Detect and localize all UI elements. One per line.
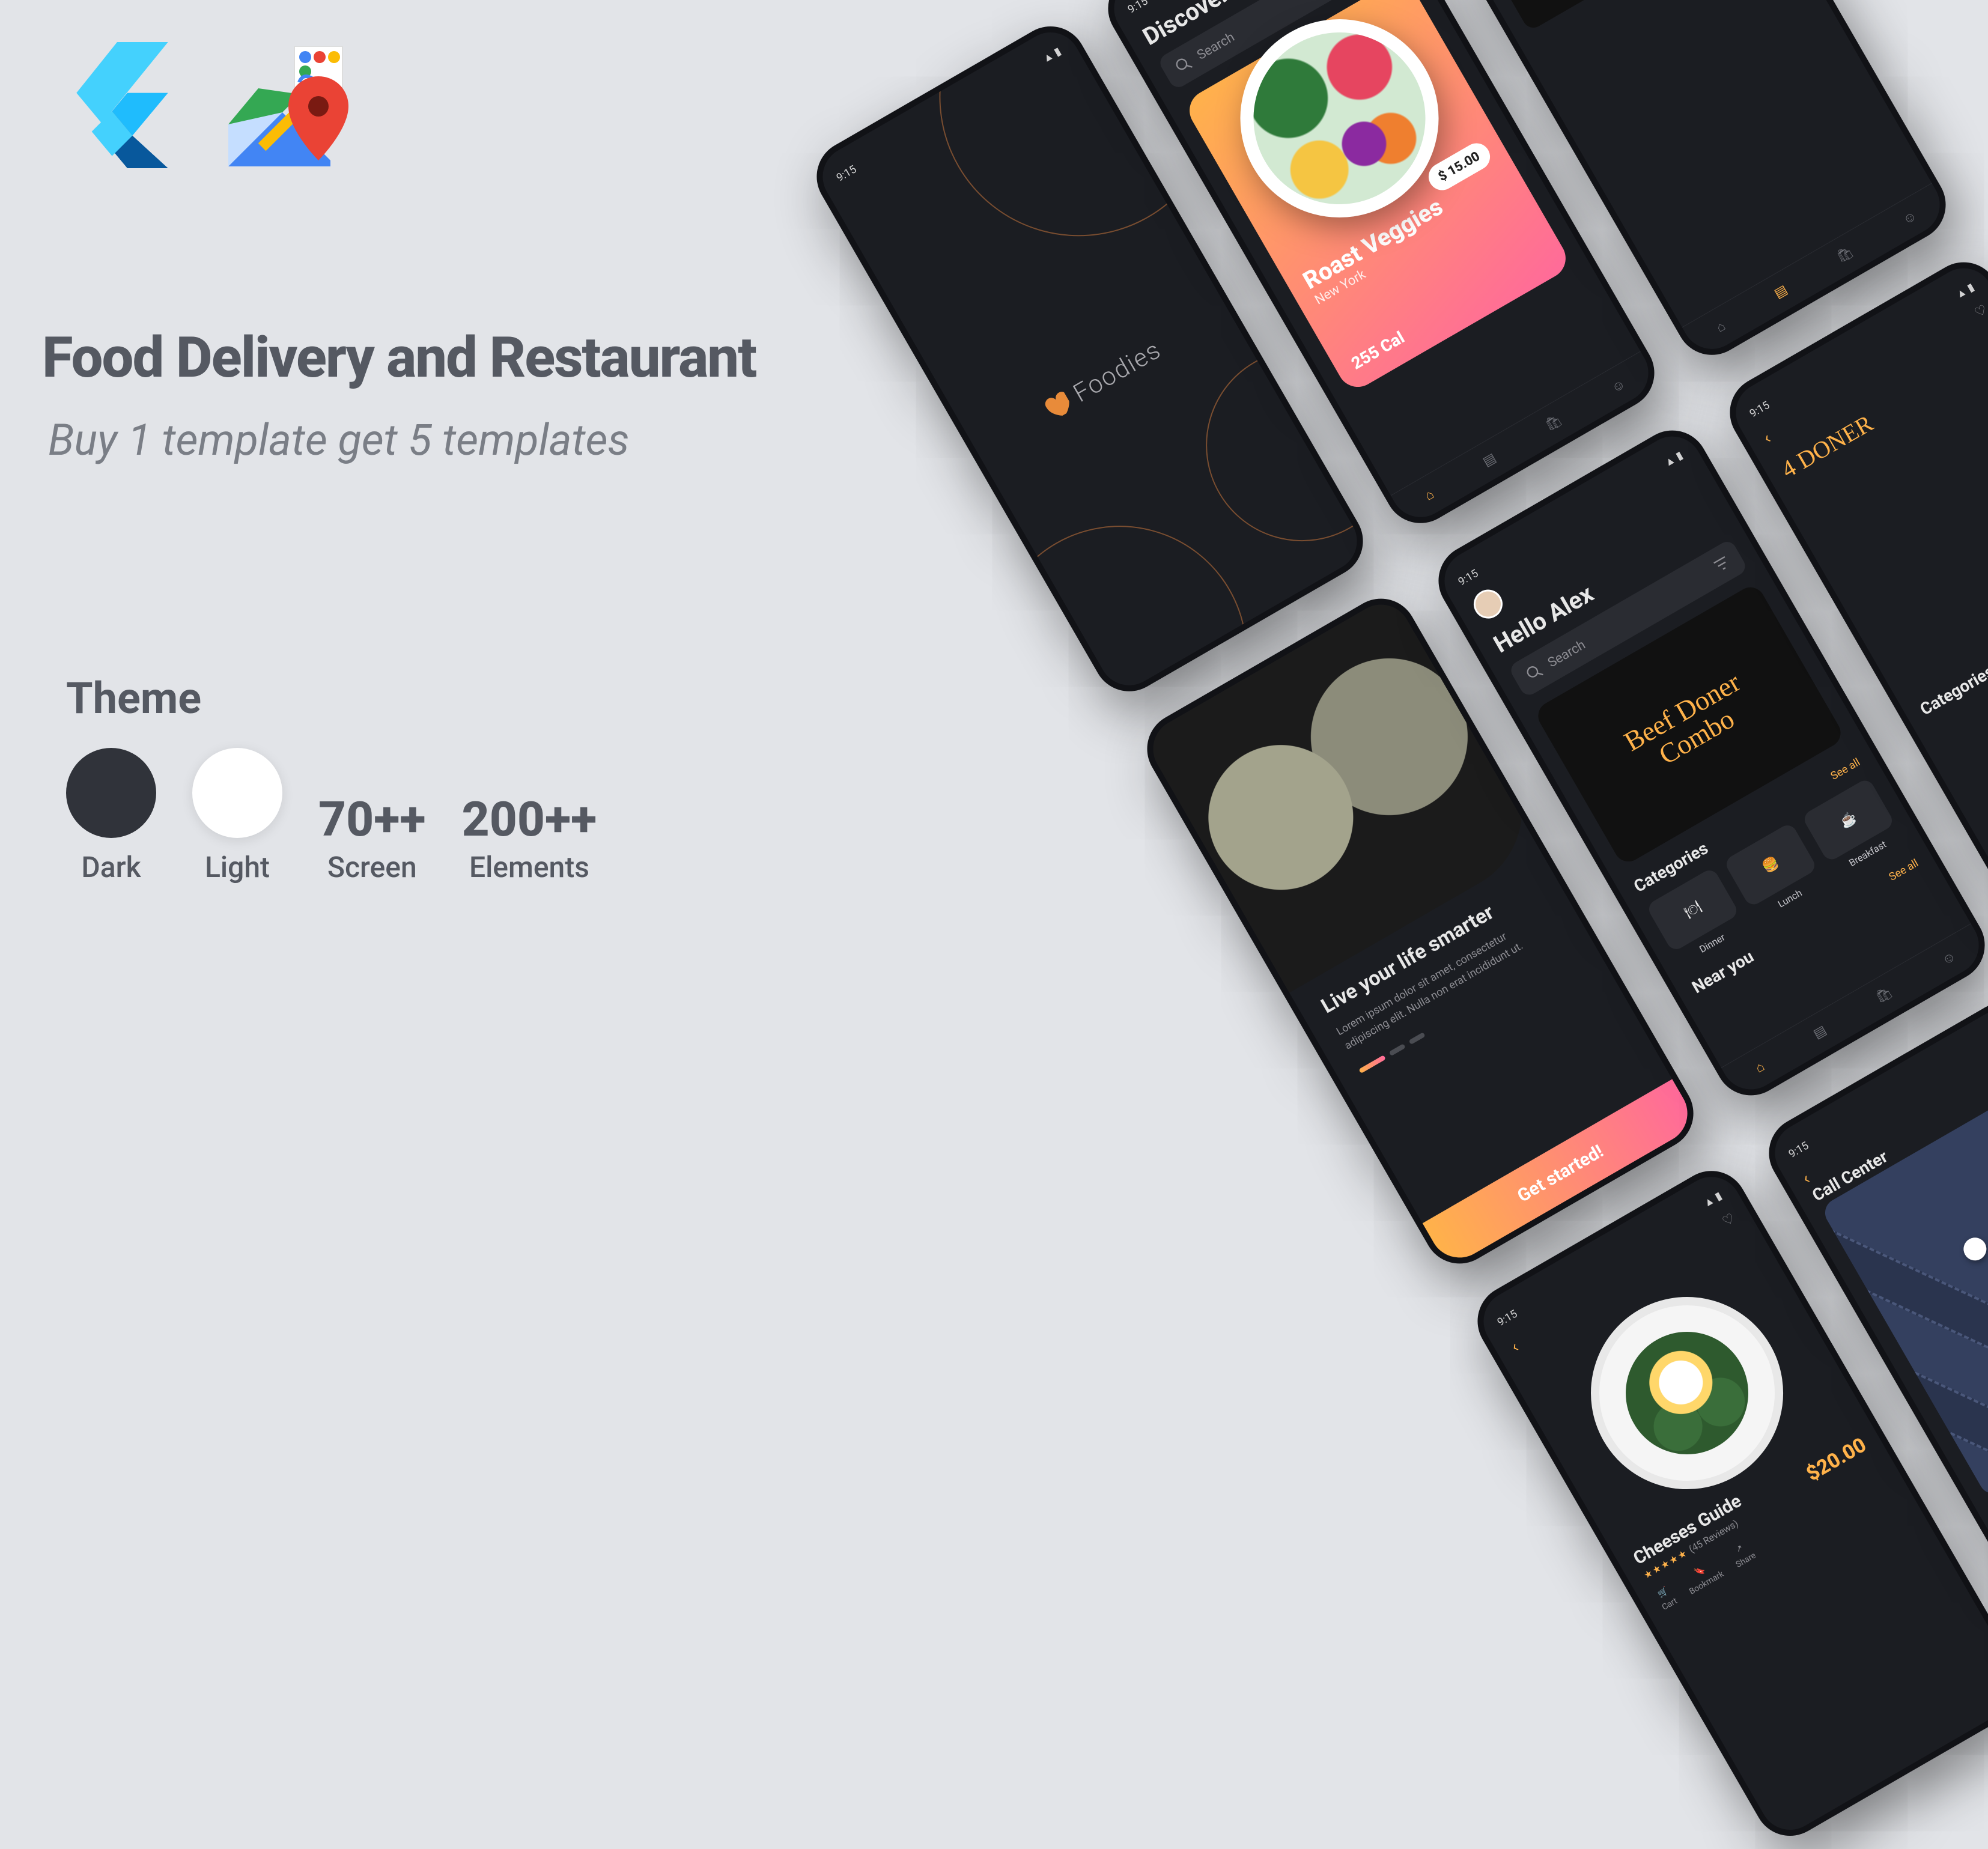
- nav-profile-icon[interactable]: ☺: [1609, 376, 1628, 396]
- status-time: 9:15: [1126, 0, 1151, 16]
- status-time: 9:15: [834, 163, 859, 184]
- cart-icon: 🛒: [1656, 1586, 1670, 1600]
- theme-title: Theme: [66, 673, 597, 724]
- nav-home-icon[interactable]: ⌂: [1713, 318, 1728, 336]
- action-bookmark[interactable]: 🔖Bookmark: [1681, 1558, 1725, 1597]
- search-icon: [1172, 53, 1195, 76]
- flutter-logo: [66, 42, 168, 171]
- status-icons: ▲ ▮: [1662, 449, 1685, 469]
- heart-icon[interactable]: ♡: [1972, 302, 1988, 333]
- status-time: 9:15: [1495, 1308, 1520, 1329]
- search-placeholder: Search: [1545, 637, 1588, 670]
- filter-icon[interactable]: [1710, 553, 1733, 575]
- brand-heart-icon: [1039, 388, 1075, 424]
- action-label: Cart: [1661, 1596, 1679, 1612]
- phone-mockup-grid: 9:15▲ ▮ Foodies 9:15▲ ▮ Discover Search …: [804, 0, 1988, 1849]
- back-icon[interactable]: ‹: [1507, 1337, 1522, 1356]
- nav-orders-icon[interactable]: ▤: [1772, 282, 1790, 302]
- subheadline: Buy 1 template get 5 templates: [48, 414, 630, 466]
- list-item[interactable]: [1494, 0, 1752, 32]
- map-pin-icon: [1959, 1233, 1988, 1265]
- heart-icon[interactable]: ♡: [1720, 1210, 1745, 1241]
- bookmark-icon: 🔖: [1693, 1565, 1707, 1579]
- theme-swatch-dark[interactable]: [66, 748, 156, 838]
- nav-home-icon[interactable]: ⌂: [1752, 1058, 1768, 1076]
- product-calories: 255 Cal: [1348, 327, 1408, 374]
- splash-brand: Foodies: [1038, 335, 1166, 425]
- breakfast-icon: ☕: [1837, 809, 1859, 830]
- theme-label-light: Light: [205, 850, 270, 884]
- stat-elements-label: Elements: [469, 850, 589, 884]
- search-placeholder: Search: [1194, 29, 1237, 62]
- stat-elements-value: 200++: [462, 791, 597, 848]
- status-time: 9:15: [1456, 567, 1481, 589]
- status-time: 9:15: [1748, 399, 1772, 421]
- google-maps-logo: [228, 46, 348, 166]
- action-share[interactable]: ↗Share: [1728, 1539, 1758, 1570]
- nav-orders-icon[interactable]: ▤: [1811, 1022, 1829, 1042]
- nav-cart-icon[interactable]: 🛍: [1873, 985, 1895, 1006]
- stat-screen-label: Screen: [327, 850, 417, 884]
- nav-profile-icon[interactable]: ☺: [1939, 948, 1959, 968]
- back-icon[interactable]: ‹: [1799, 1168, 1813, 1188]
- nav-cart-icon[interactable]: 🛍: [1543, 412, 1565, 434]
- lunch-icon: 🍔: [1760, 854, 1781, 875]
- action-cart[interactable]: 🛒Cart: [1654, 1585, 1679, 1612]
- share-icon: ↗: [1734, 1543, 1745, 1555]
- search-icon: [1523, 661, 1546, 684]
- categories-title: Categories: [1917, 661, 1988, 719]
- nav-orders-icon[interactable]: ▤: [1480, 451, 1499, 470]
- back-icon[interactable]: ‹: [1760, 428, 1774, 448]
- action-label: Bookmark: [1688, 1569, 1725, 1597]
- theme-label-dark: Dark: [81, 850, 141, 884]
- theme-section: Theme Dark Light 70++ Screen 200++ Eleme…: [66, 673, 597, 884]
- status-time: 9:15: [1787, 1140, 1811, 1161]
- status-icons: ▲ ▮: [1701, 1189, 1724, 1210]
- theme-swatch-light[interactable]: [192, 748, 282, 838]
- dinner-icon: 🍽: [1682, 899, 1704, 921]
- nav-profile-icon[interactable]: ☺: [1900, 208, 1920, 228]
- see-all-link[interactable]: See all: [1887, 857, 1921, 884]
- avatar[interactable]: [1468, 584, 1508, 624]
- status-icons: ▲ ▮: [1953, 281, 1976, 301]
- see-all-link[interactable]: See all: [1829, 756, 1862, 783]
- brand-name: Foodies: [1068, 335, 1166, 408]
- stat-screen-value: 70++: [318, 791, 426, 848]
- headline: Food Delivery and Restaurant: [42, 324, 756, 390]
- nav-cart-icon[interactable]: 🛍: [1834, 244, 1856, 266]
- nav-home-icon[interactable]: ⌂: [1422, 487, 1437, 504]
